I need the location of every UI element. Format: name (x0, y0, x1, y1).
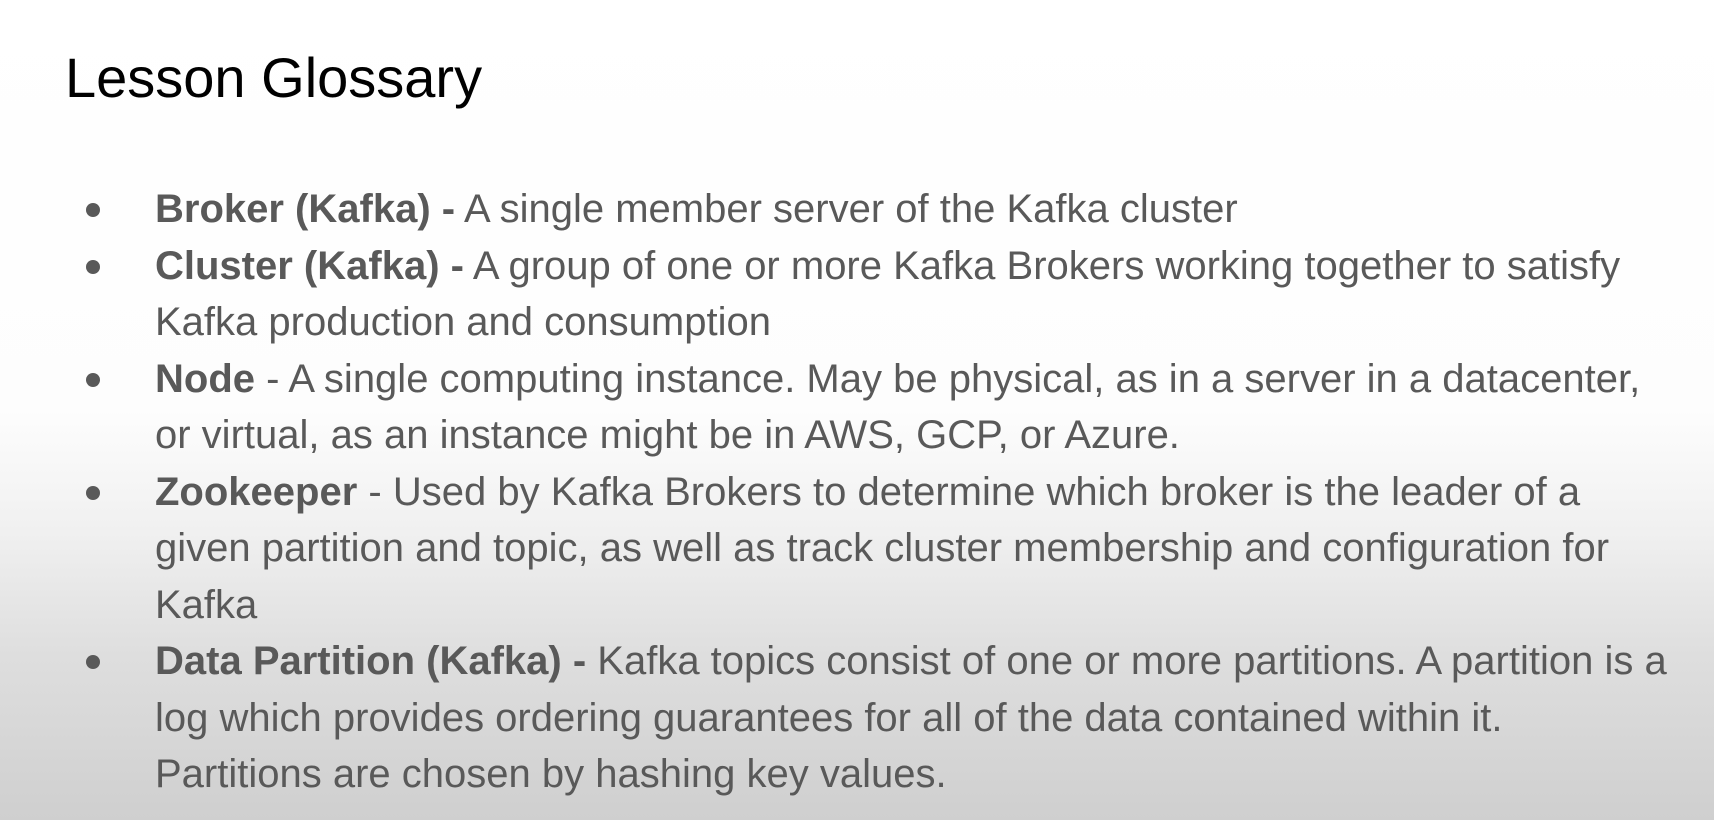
glossary-item-data-partition: Data Partition (Kafka) - Kafka topics co… (0, 633, 1714, 803)
glossary-definition: - Used by Kafka Brokers to determine whi… (155, 469, 1610, 627)
bullet-icon (86, 485, 100, 500)
glossary-term: Zookeeper (155, 469, 358, 514)
slide-title: Lesson Glossary (65, 46, 483, 109)
glossary-item-cluster: Cluster (Kafka) - A group of one or more… (0, 238, 1714, 351)
slide: Lesson Glossary Broker (Kafka) - A singl… (0, 0, 1714, 820)
bullet-icon (86, 655, 100, 669)
glossary-item-node: Node - A single computing instance. May … (0, 351, 1714, 464)
glossary-item-zookeeper: Zookeeper - Used by Kafka Brokers to det… (0, 464, 1714, 634)
glossary-term: Data Partition (Kafka) - (155, 639, 587, 683)
bullet-icon (86, 203, 100, 217)
bullet-icon (86, 259, 100, 274)
glossary-term: Cluster (Kafka) - (155, 243, 464, 288)
glossary-item-broker: Broker (Kafka) - A single member server … (0, 181, 1714, 238)
bullet-icon (86, 372, 100, 387)
glossary-definition: - A single computing instance. May be ph… (155, 356, 1641, 458)
glossary-definition: A single member server of the Kafka clus… (455, 187, 1238, 231)
glossary-list: Broker (Kafka) - A single member server … (0, 181, 1714, 803)
glossary-term: Node (155, 356, 255, 401)
glossary-term: Broker (Kafka) - (155, 187, 456, 231)
